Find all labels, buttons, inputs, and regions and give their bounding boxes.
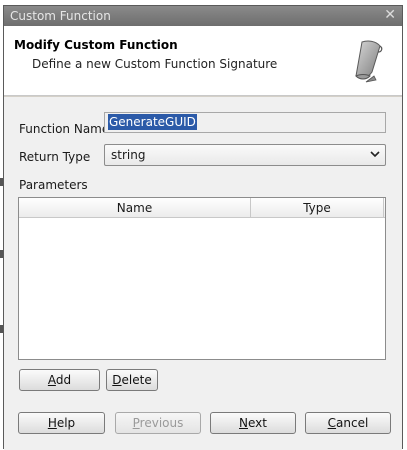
help-mnemonic: H	[47, 416, 57, 430]
title-bar[interactable]: Custom Function ✕	[4, 6, 402, 26]
function-name-value: GenerateGUID	[108, 114, 197, 130]
column-header-name[interactable]: Name	[19, 198, 251, 218]
dialog-header: Modify Custom Function Define a new Cust…	[4, 26, 402, 96]
chevron-down-icon	[369, 147, 381, 164]
help-button[interactable]: Help	[18, 412, 105, 434]
scroll-icon	[355, 40, 383, 83]
add-mnemonic: A	[47, 373, 56, 387]
previous-label-rest: revious	[139, 416, 184, 430]
delete-button[interactable]: Delete	[106, 369, 158, 391]
add-button[interactable]: Add	[19, 369, 100, 391]
delete-mnemonic: D	[112, 373, 122, 387]
cancel-button[interactable]: Cancel	[305, 412, 391, 434]
previous-button[interactable]: Previous	[115, 412, 201, 434]
table-header: Name Type	[19, 198, 385, 218]
delete-label-rest: elete	[121, 373, 152, 387]
previous-mnemonic: P	[132, 416, 140, 430]
cancel-label-rest: ancel	[336, 416, 369, 430]
next-button[interactable]: Next	[210, 412, 296, 434]
next-label-rest: ext	[248, 416, 267, 430]
function-name-field[interactable]: GenerateGUID	[104, 112, 386, 133]
return-type-select[interactable]: string	[104, 144, 386, 166]
return-type-label: Return Type	[19, 150, 91, 164]
next-mnemonic: N	[239, 416, 248, 430]
add-label-rest: dd	[55, 373, 72, 387]
header-subtitle: Define a new Custom Function Signature	[32, 57, 278, 71]
help-label-rest: elp	[56, 416, 76, 430]
column-header-type[interactable]: Type	[251, 198, 384, 218]
header-title: Modify Custom Function	[14, 38, 178, 52]
window-title: Custom Function	[10, 9, 111, 23]
return-type-value: string	[111, 148, 146, 162]
cancel-mnemonic: C	[327, 416, 337, 430]
function-name-label: Function Name	[19, 122, 110, 136]
parameters-table[interactable]: Name Type	[18, 197, 386, 360]
close-icon[interactable]: ✕	[384, 7, 396, 23]
parameters-label: Parameters	[19, 178, 88, 192]
